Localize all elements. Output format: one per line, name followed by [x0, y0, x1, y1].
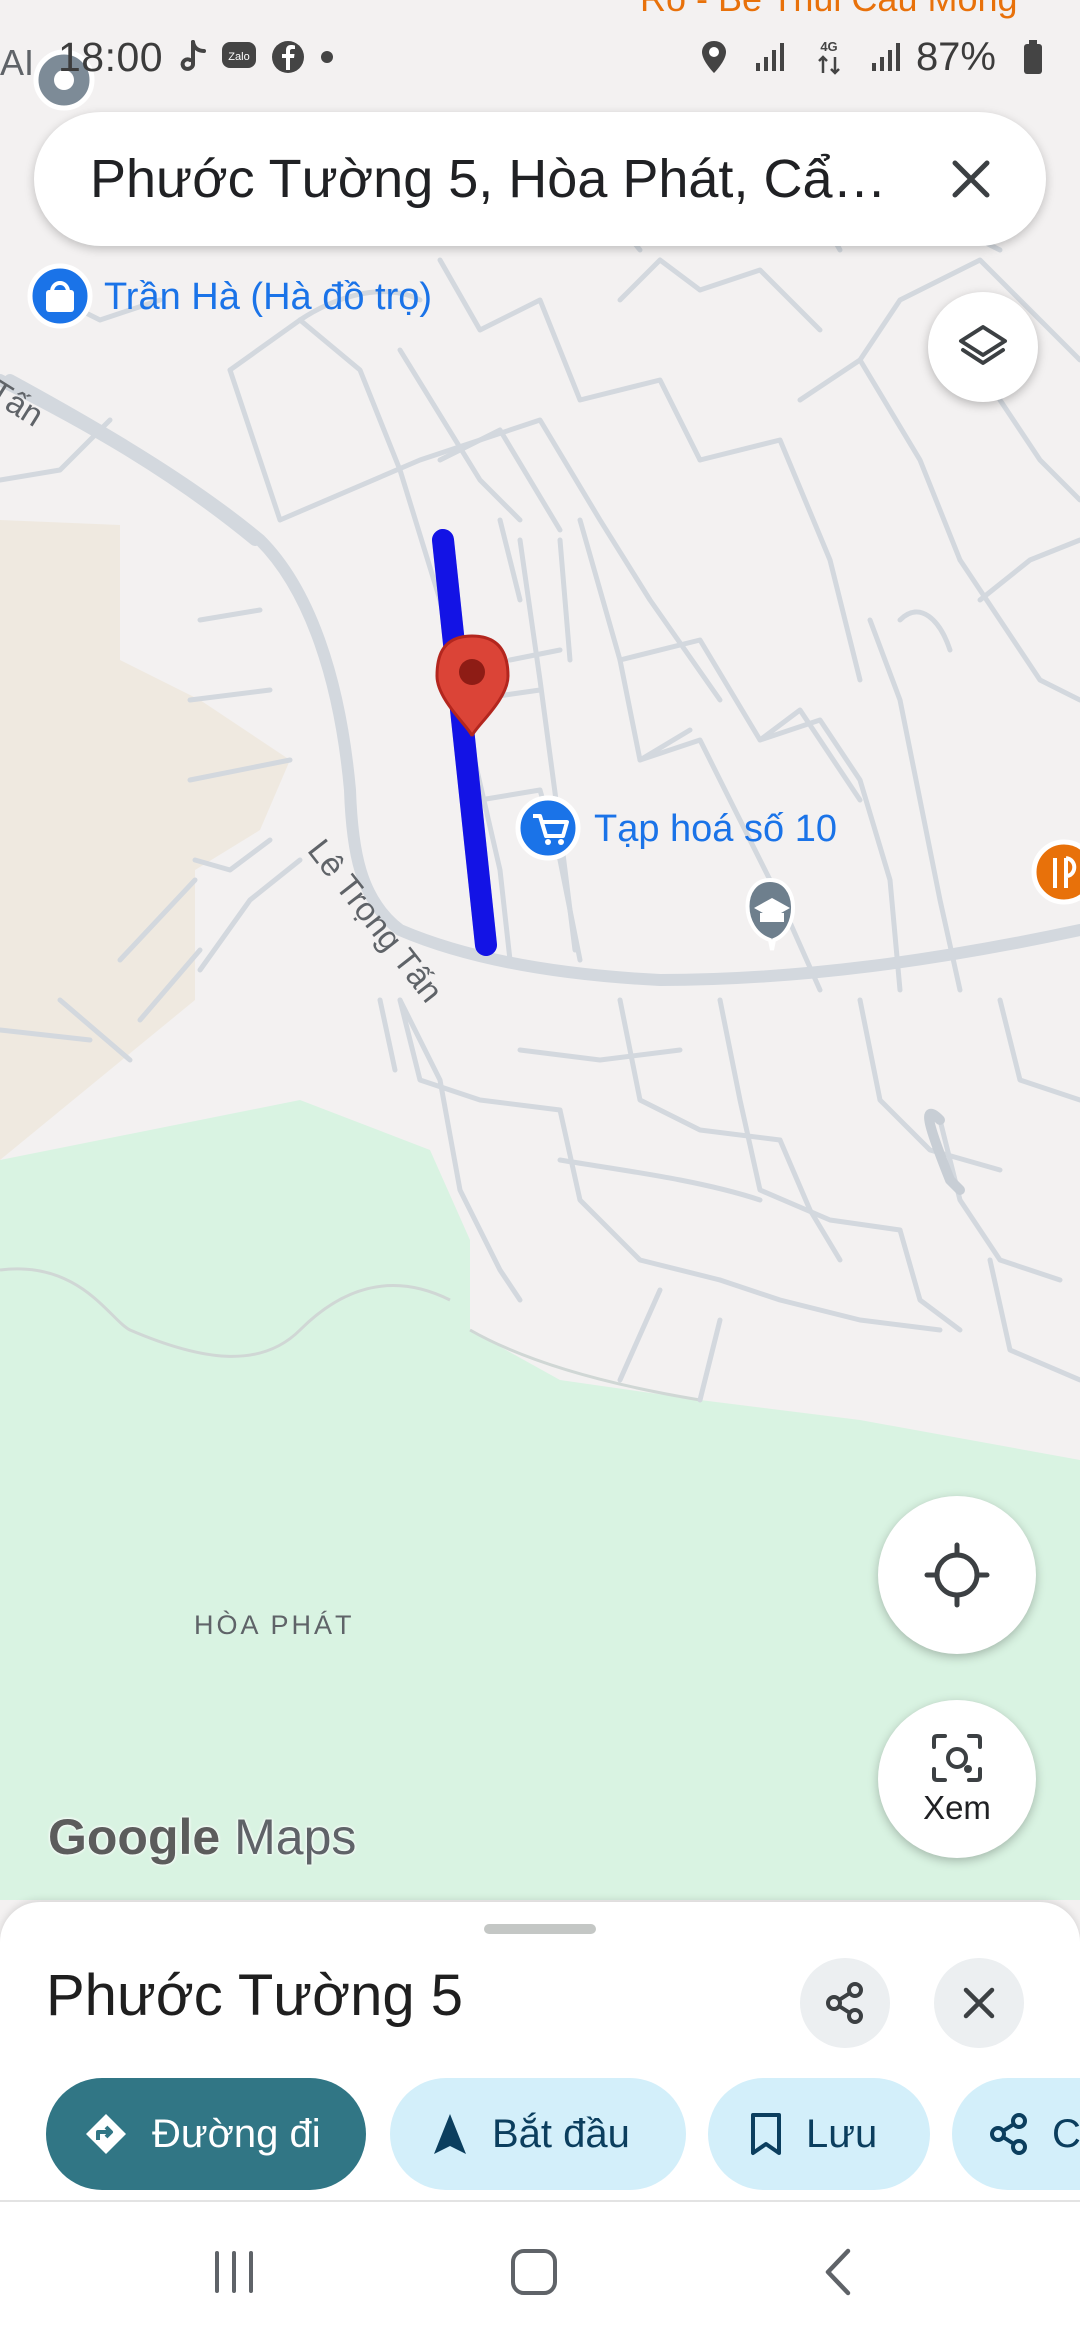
share-place-button[interactable] — [800, 1958, 890, 2048]
view-lens-label: Xem — [923, 1789, 991, 1826]
directions-button[interactable]: Đường đi — [46, 2078, 366, 2190]
save-label: Lưu — [806, 2111, 878, 2156]
bookmark-icon — [748, 2111, 784, 2157]
cart-icon — [515, 795, 581, 861]
area-label-hoa-phat: HÒA PHÁT — [194, 1610, 355, 1640]
restaurant-icon — [1031, 839, 1080, 905]
sheet-drag-handle[interactable] — [484, 1924, 596, 1934]
share-chip-button[interactable]: Chia sẻ — [952, 2078, 1080, 2190]
facebook-icon — [271, 40, 305, 74]
close-sheet-button[interactable] — [934, 1958, 1024, 2048]
layers-icon — [959, 325, 1007, 365]
network-4g-icon: 4G — [814, 37, 844, 77]
view-lens-button[interactable]: Xem — [878, 1700, 1036, 1858]
clear-search-button[interactable] — [936, 144, 1006, 214]
place-bottom-sheet[interactable]: Phước Tường 5 Đường đi Bắt đầu Lưu C — [0, 1902, 1080, 2202]
battery-icon — [1022, 39, 1044, 75]
back-icon — [825, 2248, 851, 2296]
google-maps-logo: Google Maps — [48, 1808, 356, 1866]
home-icon — [511, 2249, 557, 2295]
status-time: 18:00 — [58, 33, 164, 80]
zalo-icon: Zalo — [221, 41, 257, 73]
signal-2-icon — [870, 41, 904, 73]
place-title: Phước Tường 5 — [46, 1963, 464, 2028]
svg-text:4G: 4G — [820, 39, 837, 54]
poi-tran-ha-label[interactable]: Trần Hà (Hà đồ trọ) — [104, 276, 432, 319]
notification-dot-icon — [319, 49, 335, 65]
start-button[interactable]: Bắt đầu — [390, 2078, 686, 2190]
recent-apps-icon — [215, 2251, 253, 2293]
my-location-button[interactable] — [878, 1496, 1036, 1654]
crosshair-icon — [924, 1542, 990, 1608]
shopping-bag-icon — [27, 263, 93, 329]
poi-tap-hoa-label[interactable]: Tạp hoá số 10 — [594, 808, 837, 851]
maps-wordmark: Maps — [234, 1809, 357, 1865]
google-wordmark: Google — [48, 1809, 221, 1865]
top-edge-label: Rổ - Bê Thui Cầu Mống — [640, 0, 1018, 20]
search-bar[interactable]: Phước Tường 5, Hòa Phát, Cẩm Lệ — [34, 112, 1046, 246]
layers-button[interactable] — [928, 292, 1038, 402]
signal-icon — [754, 41, 788, 73]
directions-label: Đường đi — [152, 2111, 321, 2156]
svg-text:Zalo: Zalo — [228, 51, 249, 63]
tiktok-icon — [177, 40, 207, 74]
share-label: Chia sẻ — [1052, 2111, 1080, 2156]
close-icon — [963, 1987, 995, 2019]
camera-lens-icon — [932, 1734, 982, 1782]
back-button[interactable] — [808, 2242, 868, 2302]
left-edge-label: AI — [0, 42, 35, 83]
start-label: Bắt đầu — [492, 2111, 630, 2156]
status-bar: 18:00 Zalo 4G 87% — [58, 28, 1044, 86]
action-chips: Đường đi Bắt đầu Lưu Chia sẻ — [0, 2078, 1080, 2192]
directions-icon — [82, 2110, 130, 2158]
share-icon — [826, 1982, 863, 2024]
close-icon — [952, 160, 990, 198]
save-button[interactable]: Lưu — [708, 2078, 930, 2190]
search-query[interactable]: Phước Tường 5, Hòa Phát, Cẩm Lệ — [90, 148, 912, 210]
home-button[interactable] — [504, 2242, 564, 2302]
navigation-arrow-icon — [430, 2110, 470, 2158]
system-nav-bar — [0, 2202, 1080, 2340]
recent-apps-button[interactable] — [204, 2242, 264, 2302]
location-status-icon — [700, 39, 728, 75]
battery-percent: 87% — [915, 34, 996, 79]
share-icon — [988, 2112, 1030, 2156]
